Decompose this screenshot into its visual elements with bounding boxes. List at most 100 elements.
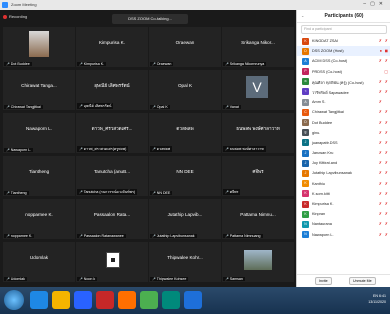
chrome-icon[interactable]: [140, 291, 158, 309]
mic-muted-icon[interactable]: ✗: [379, 201, 382, 206]
participant-row[interactable]: N Nawaporn L. ✗ ✗: [297, 230, 390, 240]
mic-muted-icon[interactable]: ✗: [379, 79, 382, 84]
participant-row[interactable]: K Kimpurisa K. ✗ ✗: [297, 199, 390, 209]
video-tile[interactable]: Kimpurisa K. Kimpurisa K.: [76, 27, 148, 67]
explorer-icon[interactable]: [52, 291, 70, 309]
video-tile[interactable]: Udomlak Udomlak: [3, 242, 75, 282]
participant-row[interactable]: C Chirawat Tangjitkai ✗ ✗: [297, 107, 390, 117]
video-off-icon[interactable]: ✗: [385, 201, 388, 206]
participant-row[interactable]: D Dot Buddee ✗ ✗: [297, 118, 390, 128]
video-tile[interactable]: Chirawat Tanga... Chirawat Tangjitkai: [3, 70, 75, 110]
video-tile[interactable]: Tanutcha (anuB... Tanutcha (กนกวรรณ์ดวงจั…: [76, 156, 148, 196]
video-tile[interactable]: Noon k: [76, 242, 148, 282]
window-controls[interactable]: –▢✕: [363, 1, 387, 7]
pdf-icon[interactable]: [96, 291, 114, 309]
video-off-icon[interactable]: ✗: [385, 191, 388, 196]
participant-row[interactable]: K K.sorn.kitti ✗ ✗: [297, 189, 390, 199]
video-tile[interactable]: Tiantheng Tiantheng: [3, 156, 75, 196]
video-off-icon[interactable]: ✗: [385, 160, 388, 165]
mic-muted-icon[interactable]: ✗: [379, 181, 382, 186]
mic-muted-icon[interactable]: ✗: [379, 150, 382, 155]
video-tile[interactable]: ธนพลพ พงษ์ศาลาวาทธนพลพ พงษ์ศาลาวาท: [222, 113, 294, 153]
mic-muted-icon[interactable]: ✗: [379, 232, 382, 237]
video-tile[interactable]: Samsan: [222, 242, 294, 282]
app-icon[interactable]: [118, 291, 136, 309]
video-tile[interactable]: V Vanat: [222, 70, 294, 110]
participant-row[interactable]: K KINGDAT ZSAI ✗ ✗: [297, 36, 390, 46]
video-off-icon[interactable]: ✗: [385, 89, 388, 94]
start-button-icon[interactable]: [4, 290, 24, 310]
mic-muted-icon[interactable]: ✗: [379, 109, 382, 114]
participant-search-input[interactable]: Find a participant: [301, 25, 387, 34]
video-off-icon[interactable]: ✗: [385, 232, 388, 237]
participant-row[interactable]: A Amm S. ✗: [297, 97, 390, 107]
video-tile[interactable]: Srikanga Nikor... Srikanga Nikornrunya: [222, 27, 294, 67]
mic-muted-icon[interactable]: ✗: [379, 120, 382, 125]
video-off-icon[interactable]: ✗: [385, 38, 388, 43]
tile-name-label: Kimpurisa K.: [77, 62, 107, 66]
video-off-icon[interactable]: ✗: [385, 130, 388, 135]
video-off-icon[interactable]: ✗: [385, 79, 388, 84]
participant-row[interactable]: A ACIM DSS (Co-host) ✗ ✗: [297, 56, 390, 66]
invite-button[interactable]: Invite: [315, 277, 332, 285]
participant-row[interactable]: N Nantaurana ✗ ✗: [297, 219, 390, 229]
video-tile[interactable]: Thipwalee Kohr... Thipwalee Kohsee: [149, 242, 221, 282]
video-tile[interactable]: Nawaporn L. Nawaporn L.: [3, 113, 75, 153]
video-off-icon[interactable]: ◼: [385, 48, 388, 53]
mic-muted-icon[interactable]: ✗: [379, 89, 382, 94]
video-tile[interactable]: ศจีพรศจีพร: [222, 156, 294, 196]
video-tile[interactable]: Oraewan Oraewan: [149, 27, 221, 67]
video-off-icon[interactable]: ✗: [385, 140, 388, 145]
mic-muted-icon[interactable]: ✗: [379, 170, 382, 175]
participant-row[interactable]: J Joy Kittirat.and ✗ ✗: [297, 158, 390, 168]
participant-row[interactable]: J Jutathip Lapvibunsanak ✗ ✗: [297, 168, 390, 178]
video-off-icon[interactable]: ✗: [385, 150, 388, 155]
participant-row[interactable]: K Kanthiu ✗ ✗: [297, 179, 390, 189]
video-tile[interactable]: ดวลพลพดวลพลพ: [149, 113, 221, 153]
participant-row[interactable]: D DSS ZOOM (Host) ● ◼: [297, 46, 390, 57]
mic-muted-icon[interactable]: ✗: [379, 58, 382, 63]
video-off-icon[interactable]: ✗: [385, 120, 388, 125]
mic-muted-icon[interactable]: ✗: [379, 191, 382, 196]
ie-icon[interactable]: [30, 291, 48, 309]
video-tile[interactable]: Opal K Opal K: [149, 70, 221, 110]
video-off-icon[interactable]: ✗: [385, 170, 388, 175]
video-tile[interactable]: Jutathip Lapvib... Jutathip Lapvibunsanak: [149, 199, 221, 239]
mic-muted-icon[interactable]: ✗: [379, 99, 382, 104]
participant-row[interactable]: J Jaruwan Kru ✗ ✗: [297, 148, 390, 158]
view-button[interactable]: DSS ZOOM Co-talking...: [112, 14, 188, 24]
participant-row[interactable]: P PRDSS (Co-host) ▢: [297, 67, 390, 77]
unmute-me-button[interactable]: Unmute Me: [349, 277, 376, 285]
video-tile[interactable]: ดาวพ_ศรวสวดเศร... ดาวพ_ศรวสวดเศร(ครูพจพ): [76, 113, 148, 153]
participant-row[interactable]: Jjuanapattr.DSS ✗ ✗: [297, 138, 390, 148]
participant-row[interactable]: ววาริทรัพย์ Sapawadee ✗ ✗: [297, 87, 390, 97]
video-tile[interactable]: Passaalon Rata... Passaalon Ratanawanee: [76, 199, 148, 239]
mic-muted-icon[interactable]: ✗: [379, 140, 382, 145]
video-tile[interactable]: อุษณีย์ เลิศพรรัตน์อุษณีย์ เลิศพรรัตน์: [76, 70, 148, 110]
participant-row[interactable]: g ginu. ✗ ✗: [297, 128, 390, 138]
mic-muted-icon[interactable]: ✗: [379, 38, 382, 43]
participant-row[interactable]: K Kinpran ✗ ✗: [297, 209, 390, 219]
mic-muted-icon[interactable]: ●: [380, 48, 382, 53]
word-icon[interactable]: [74, 291, 92, 309]
excel-icon[interactable]: [162, 291, 180, 309]
video-tile[interactable]: nopparnee K. nopparnee K.: [3, 199, 75, 239]
video-off-icon[interactable]: ✗: [385, 58, 388, 63]
recording-indicator[interactable]: Recording: [3, 14, 27, 19]
mic-muted-icon[interactable]: ✗: [379, 211, 382, 216]
mic-muted-icon[interactable]: ✗: [379, 221, 382, 226]
video-off-icon[interactable]: ✗: [385, 211, 388, 216]
collapse-icon[interactable]: ⌄: [301, 13, 304, 18]
video-tile[interactable]: Dot Buddee: [3, 27, 75, 67]
video-tile[interactable]: Pattama Nimnu... Pattama Nimnuang: [222, 199, 294, 239]
video-off-icon[interactable]: ✗: [385, 221, 388, 226]
mic-muted-icon[interactable]: ✗: [379, 160, 382, 165]
system-tray[interactable]: EN 6:41 13/11/2020: [368, 293, 386, 305]
mic-muted-icon[interactable]: ✗: [379, 130, 382, 135]
video-off-icon[interactable]: ✗: [385, 181, 388, 186]
video-off-icon[interactable]: ▢: [384, 69, 388, 74]
zoom-taskbar-icon[interactable]: [184, 291, 202, 309]
participant-row[interactable]: คคุณศิลา ทุภพิพัน (ครู) (Co-host) ✗ ✗: [297, 77, 390, 87]
video-tile[interactable]: NN DEE NN DEE: [149, 156, 221, 196]
video-off-icon[interactable]: ✗: [385, 109, 388, 114]
